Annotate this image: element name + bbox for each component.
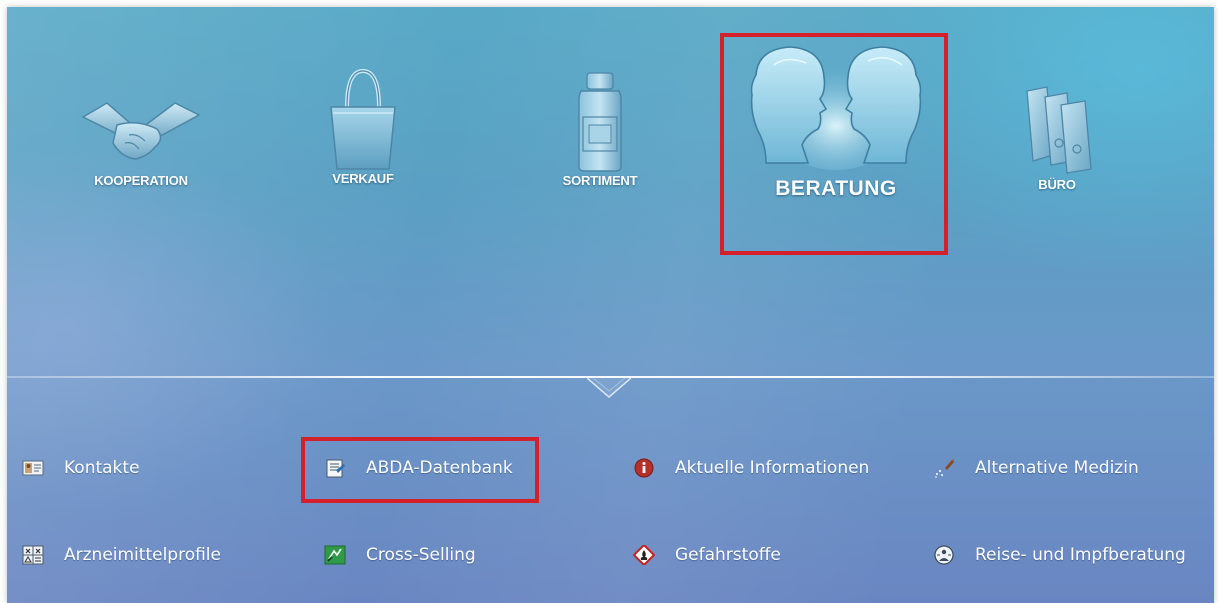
category-buero[interactable]: BÜRO (1009, 85, 1105, 192)
travel-vaccination-icon (933, 545, 955, 565)
homeopathy-icon (933, 458, 955, 478)
submenu-item-kontakte[interactable]: Kontakte (22, 458, 140, 478)
category-kooperation[interactable]: KOOPERATION (77, 95, 205, 188)
submenu-label: Alternative Medizin (975, 458, 1139, 478)
contact-card-icon (22, 458, 44, 478)
binders-icon (1009, 85, 1105, 175)
drug-profile-icon (22, 545, 44, 565)
hazard-icon (633, 545, 655, 565)
highlight-box-abda (301, 437, 539, 503)
category-label: SORTIMENT (562, 173, 638, 188)
category-verkauf[interactable]: VERKAUF (313, 67, 413, 186)
submenu-item-arzneimittelprofile[interactable]: Arzneimittelprofile (22, 545, 221, 565)
chevron-down-icon (586, 377, 632, 403)
category-label: BÜRO (1038, 177, 1076, 192)
submenu-label: Reise- und Impfberatung (975, 545, 1186, 565)
submenu-label: Kontakte (64, 458, 140, 478)
shopping-bag-icon (313, 67, 413, 175)
submenu-item-aktuelle-informationen[interactable]: Aktuelle Informationen (633, 458, 869, 478)
submenu-item-reise-impfberatung[interactable]: Reise- und Impfberatung (933, 545, 1186, 565)
medicine-jar-icon (545, 69, 655, 175)
cross-selling-icon (324, 545, 346, 565)
highlight-box-beratung (720, 33, 948, 255)
handshake-icon (77, 95, 205, 175)
submenu-label: Aktuelle Informationen (675, 458, 870, 478)
submenu-label: Arzneimittelprofile (64, 545, 221, 565)
submenu-label: Gefahrstoffe (675, 545, 781, 565)
category-label: VERKAUF (332, 171, 394, 186)
submenu-item-cross-selling[interactable]: Cross-Selling (324, 545, 476, 565)
category-label: KOOPERATION (94, 173, 188, 188)
info-icon (633, 458, 655, 478)
submenu-label: Cross-Selling (366, 545, 476, 565)
submenu-item-gefahrstoffe[interactable]: Gefahrstoffe (633, 545, 781, 565)
category-sortiment[interactable]: SORTIMENT (545, 69, 655, 188)
submenu-item-alternative-medizin[interactable]: Alternative Medizin (933, 458, 1139, 478)
app-window: KOOPERATION VERKAUF SORTIMENT BERATUNG B… (7, 7, 1214, 603)
